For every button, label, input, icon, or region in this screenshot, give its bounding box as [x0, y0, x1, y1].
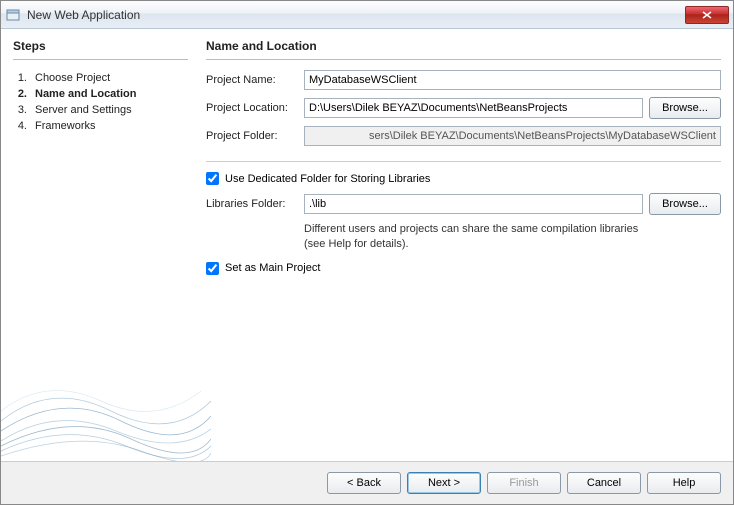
libraries-folder-label: Libraries Folder:	[206, 198, 298, 210]
wizard-footer: < Back Next > Finish Cancel Help	[1, 461, 733, 504]
close-icon	[702, 11, 712, 19]
set-main-checkbox[interactable]	[206, 262, 219, 275]
cancel-button[interactable]: Cancel	[567, 472, 641, 494]
project-name-input[interactable]	[304, 70, 721, 90]
help-button[interactable]: Help	[647, 472, 721, 494]
window-title: New Web Application	[27, 8, 685, 22]
back-button[interactable]: < Back	[327, 472, 401, 494]
project-name-label: Project Name:	[206, 74, 298, 86]
wave-decoration	[1, 351, 211, 461]
libraries-folder-input[interactable]	[304, 194, 643, 214]
use-dedicated-label: Use Dedicated Folder for Storing Librari…	[225, 173, 430, 185]
app-icon	[5, 7, 21, 23]
project-location-label: Project Location:	[206, 102, 298, 114]
project-folder-label: Project Folder:	[206, 130, 298, 142]
step-item: 3. Server and Settings	[13, 102, 188, 118]
browse-location-button[interactable]: Browse...	[649, 97, 721, 119]
steps-list: 1. Choose Project 2. Name and Location 3…	[13, 70, 188, 134]
step-item: 1. Choose Project	[13, 70, 188, 86]
steps-panel: Steps 1. Choose Project 2. Name and Loca…	[13, 39, 188, 461]
next-button[interactable]: Next >	[407, 472, 481, 494]
libraries-hint: Different users and projects can share t…	[304, 222, 721, 252]
main-heading: Name and Location	[206, 39, 721, 60]
titlebar: New Web Application	[1, 1, 733, 29]
main-panel: Name and Location Project Name: Project …	[206, 39, 721, 461]
close-button[interactable]	[685, 6, 729, 24]
steps-heading: Steps	[13, 39, 188, 60]
use-dedicated-checkbox[interactable]	[206, 172, 219, 185]
set-main-label: Set as Main Project	[225, 262, 320, 274]
step-item: 4. Frameworks	[13, 118, 188, 134]
project-location-input[interactable]	[304, 98, 643, 118]
step-item: 2. Name and Location	[13, 86, 188, 102]
finish-button[interactable]: Finish	[487, 472, 561, 494]
project-folder-input	[304, 126, 721, 146]
browse-libraries-button[interactable]: Browse...	[649, 193, 721, 215]
separator	[206, 161, 721, 162]
